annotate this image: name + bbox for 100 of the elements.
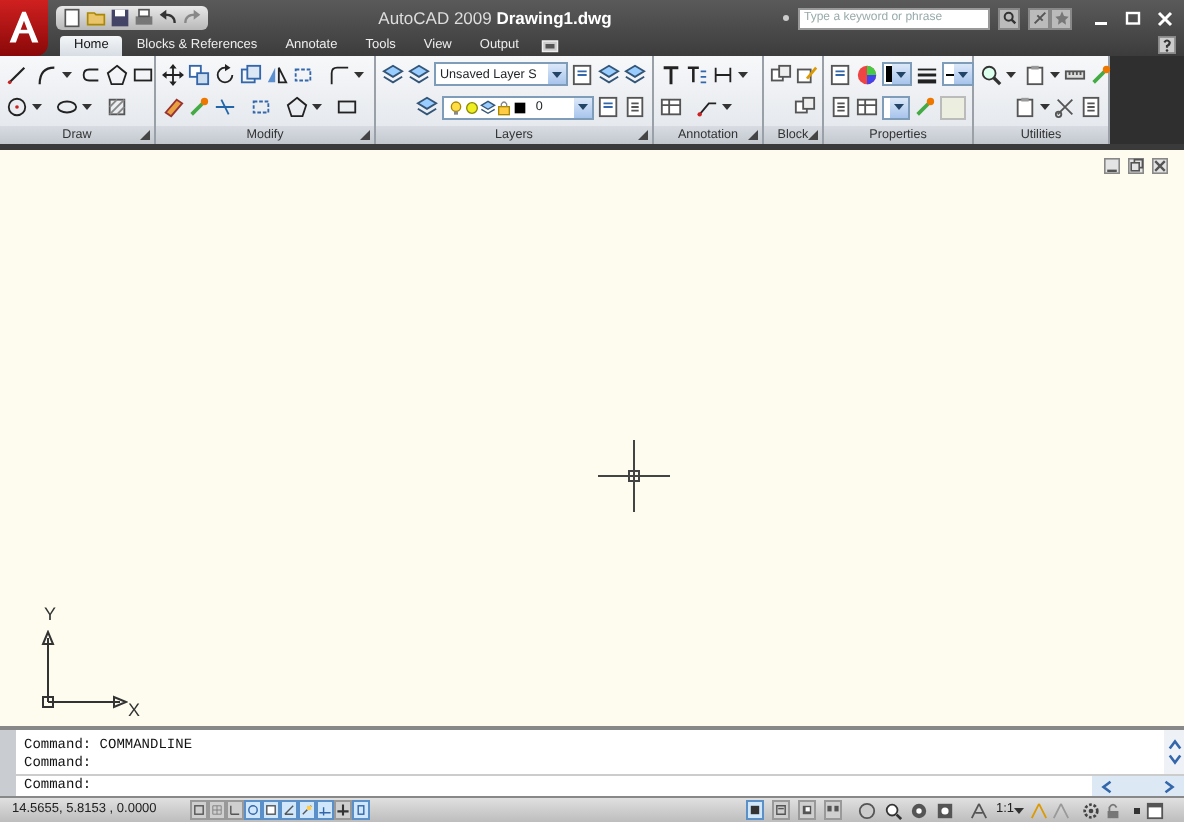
lineweight-dropdown[interactable] xyxy=(942,62,974,87)
color-wheel-icon[interactable] xyxy=(856,63,878,86)
clipboard-icon[interactable] xyxy=(1024,63,1046,86)
quick-view-drawings-button[interactable] xyxy=(823,800,842,820)
list-icon[interactable] xyxy=(1080,96,1102,119)
scroll-up-icon[interactable] xyxy=(1167,738,1181,752)
layers-icon[interactable] xyxy=(479,99,496,116)
copy-icon[interactable] xyxy=(188,63,210,86)
drafting-toggle[interactable] xyxy=(190,800,208,820)
line-icon[interactable] xyxy=(6,63,28,86)
clean-screen-icon[interactable] xyxy=(1146,801,1164,819)
text-tool-icon[interactable] xyxy=(660,63,682,86)
favorites-button[interactable] xyxy=(1050,7,1073,29)
horizontal-scroll-bar[interactable] xyxy=(1092,776,1184,796)
block-edit-icon[interactable] xyxy=(796,63,818,86)
launcher-icon[interactable] xyxy=(808,130,818,140)
scroll-left-icon[interactable] xyxy=(1100,779,1114,793)
polygon-icon[interactable] xyxy=(106,63,128,86)
drafting-toggle[interactable] xyxy=(316,800,334,820)
fillet-icon[interactable] xyxy=(328,63,350,86)
search-button[interactable] xyxy=(998,7,1021,29)
scroll-down-icon[interactable] xyxy=(1167,752,1181,766)
circle-icon[interactable] xyxy=(6,96,28,119)
block-icon[interactable] xyxy=(770,63,792,86)
lineweight-icon[interactable] xyxy=(916,63,938,86)
restore-icon[interactable] xyxy=(1128,158,1144,174)
bulb-icon[interactable] xyxy=(447,99,464,116)
table-icon[interactable] xyxy=(856,96,878,119)
minimize-icon[interactable] xyxy=(1104,158,1120,174)
drafting-toggle[interactable] xyxy=(298,800,316,820)
color-dropdown[interactable] xyxy=(882,62,912,87)
drafting-toggle[interactable] xyxy=(262,800,280,820)
layout-button[interactable] xyxy=(771,800,790,820)
stretch-icon[interactable] xyxy=(240,63,262,86)
zoom-icon[interactable] xyxy=(883,801,902,819)
rotate-icon[interactable] xyxy=(214,63,236,86)
maximize-icon[interactable] xyxy=(1123,9,1142,27)
drafting-toggle[interactable] xyxy=(244,800,262,820)
undo-icon[interactable] xyxy=(158,8,178,28)
launcher-icon[interactable] xyxy=(140,130,150,140)
workspace-gear-icon[interactable] xyxy=(1082,801,1100,819)
eraser-icon[interactable] xyxy=(162,96,184,119)
scissors-icon[interactable] xyxy=(1054,96,1076,119)
command-grip[interactable] xyxy=(0,730,16,796)
lock-icon[interactable] xyxy=(1104,801,1122,819)
quick-view-layouts-button[interactable] xyxy=(797,800,816,820)
match-properties-icon[interactable] xyxy=(572,63,594,86)
polyline-icon[interactable] xyxy=(80,63,102,86)
list-icon[interactable] xyxy=(830,96,852,119)
scroll-bar[interactable] xyxy=(1164,730,1184,774)
drafting-toggle[interactable] xyxy=(280,800,298,820)
rectangle-icon[interactable] xyxy=(336,96,358,119)
model-space-button[interactable] xyxy=(745,800,764,820)
scroll-right-icon[interactable] xyxy=(1162,779,1176,793)
drawing-area[interactable]: Y X xyxy=(0,150,1184,726)
pan-hand-icon[interactable] xyxy=(857,801,876,819)
new-document-icon[interactable] xyxy=(62,8,82,28)
layers-icon[interactable] xyxy=(382,63,404,86)
block-icon[interactable] xyxy=(794,96,816,119)
launcher-icon[interactable] xyxy=(748,130,758,140)
steering-wheel-icon[interactable] xyxy=(909,801,928,819)
clipboard-icon[interactable] xyxy=(1014,96,1036,119)
help-icon[interactable] xyxy=(1158,36,1176,54)
arc-icon[interactable] xyxy=(36,63,58,86)
drafting-toggle[interactable] xyxy=(208,800,226,820)
showmotion-icon[interactable] xyxy=(935,801,954,819)
match-properties-icon[interactable] xyxy=(598,96,620,119)
list-icon[interactable] xyxy=(624,96,646,119)
star-icon xyxy=(1053,10,1070,26)
multiline-text-icon[interactable] xyxy=(686,63,708,86)
hatch-icon[interactable] xyxy=(106,96,128,119)
logo-icon[interactable] xyxy=(6,8,42,48)
printer-icon[interactable] xyxy=(134,8,154,28)
swatch-icon[interactable] xyxy=(511,99,528,116)
communication-button[interactable] xyxy=(1028,7,1051,29)
close-icon[interactable] xyxy=(1152,158,1168,174)
launcher-icon[interactable] xyxy=(638,130,648,140)
move-icon[interactable] xyxy=(162,63,184,86)
table-icon[interactable] xyxy=(660,96,682,119)
layers-icon[interactable] xyxy=(408,63,430,86)
ellipse-icon[interactable] xyxy=(56,96,78,119)
leader-icon[interactable] xyxy=(696,96,718,119)
drafting-toggle[interactable] xyxy=(352,800,370,820)
layers-icon[interactable] xyxy=(598,63,620,86)
mirror-icon[interactable] xyxy=(266,63,288,86)
linetype-dropdown[interactable] xyxy=(882,95,909,120)
sun-icon[interactable] xyxy=(463,99,480,116)
annotation-scale-icon[interactable] xyxy=(969,801,988,819)
panel-toggle-icon[interactable] xyxy=(540,38,561,56)
launcher-icon[interactable] xyxy=(360,130,370,140)
match-properties-icon[interactable] xyxy=(830,63,852,86)
trim-icon[interactable] xyxy=(214,96,236,119)
drafting-toggle[interactable] xyxy=(334,800,352,820)
layers-icon[interactable] xyxy=(624,63,646,86)
polygon-icon[interactable] xyxy=(286,96,308,119)
zoom-icon[interactable] xyxy=(980,63,1002,86)
dimension-icon[interactable] xyxy=(712,63,734,86)
layers-icon[interactable] xyxy=(415,96,438,119)
drafting-toggle[interactable] xyxy=(226,800,244,820)
rectangle-icon[interactable] xyxy=(132,63,154,86)
